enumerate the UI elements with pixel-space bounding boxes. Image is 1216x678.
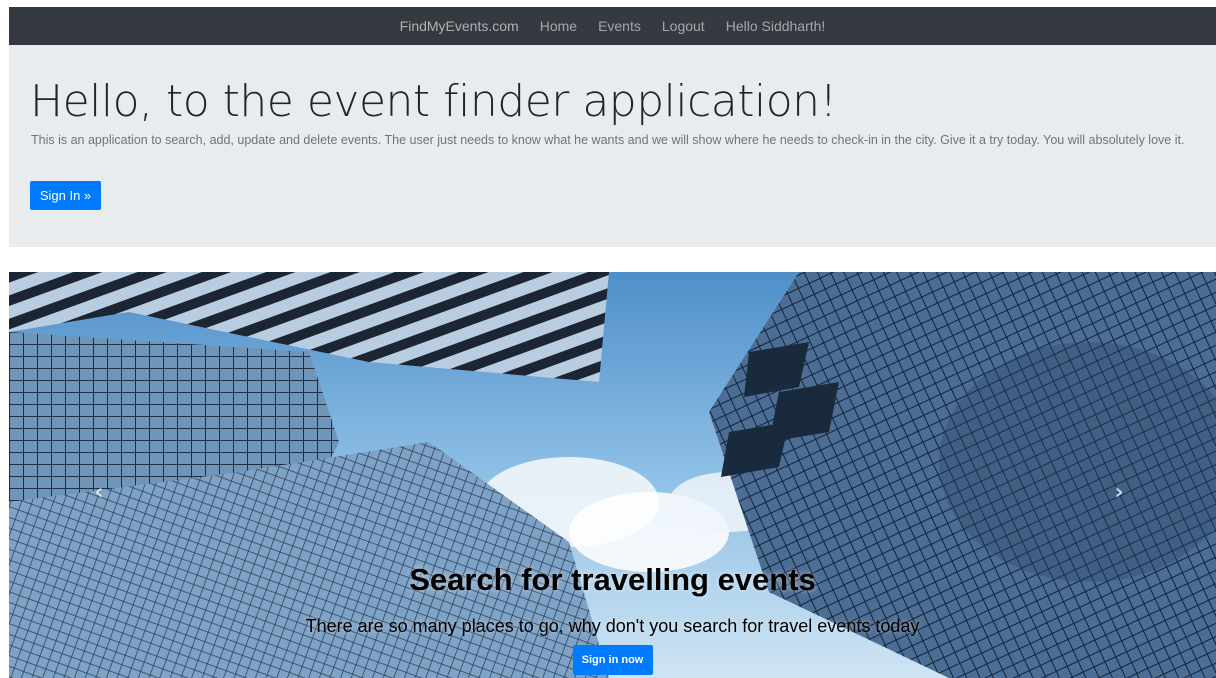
nav-link-logout[interactable]: Logout — [662, 18, 705, 34]
nav-link-events[interactable]: Events — [598, 18, 641, 34]
nav-link-home[interactable]: Home — [540, 18, 577, 34]
chevron-left-icon: ‹ — [94, 479, 104, 505]
brand-link[interactable]: FindMyEvents.com — [400, 18, 519, 34]
top-navbar: FindMyEvents.com Home Events Logout Hell… — [9, 7, 1216, 45]
carousel-next-button[interactable]: › — [1104, 477, 1134, 507]
carousel-caption: Search for travelling events There are s… — [9, 562, 1216, 675]
carousel-prev-button[interactable]: ‹ — [84, 477, 114, 507]
sign-in-button[interactable]: Sign In » — [30, 181, 101, 210]
sign-in-now-button[interactable]: Sign in now — [572, 645, 653, 675]
caption-text: There are so many places to go, why don'… — [305, 616, 920, 636]
nav-user-greeting[interactable]: Hello Siddharth! — [726, 18, 826, 34]
chevron-right-icon: › — [1114, 479, 1124, 505]
page-title: Hello, to the event finder application! — [30, 76, 837, 127]
caption-title: Search for travelling events — [409, 562, 816, 597]
carousel: ‹ › Search for travelling events There a… — [9, 272, 1216, 678]
intro-text: This is an application to search, add, u… — [31, 133, 1185, 147]
jumbotron: Hello, to the event finder application! … — [9, 45, 1216, 247]
